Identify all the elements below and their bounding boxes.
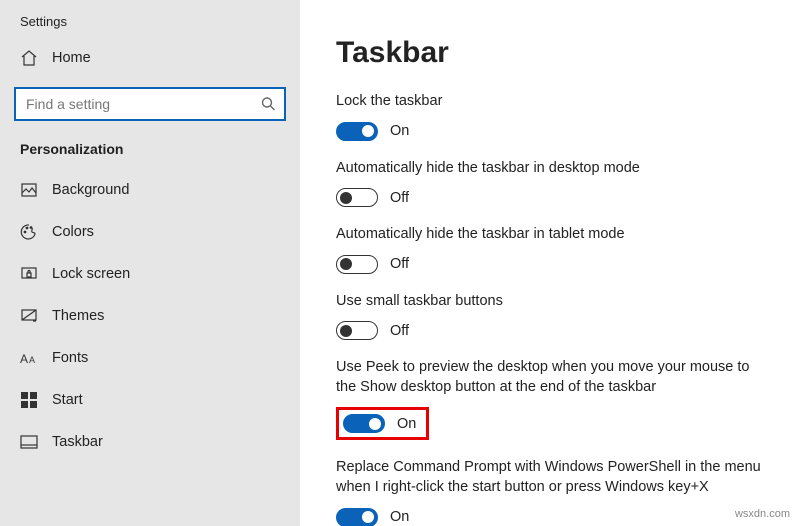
setting-group: Use small taskbar buttons Off bbox=[336, 292, 768, 341]
highlighted-toggle-row: On bbox=[336, 407, 429, 440]
section-label: Personalization bbox=[0, 135, 300, 169]
sidebar-item-label: Colors bbox=[52, 224, 94, 240]
toggle-switch[interactable] bbox=[336, 188, 378, 207]
search-input[interactable] bbox=[14, 87, 286, 121]
setting-label: Use Peek to preview the desktop when you… bbox=[336, 358, 768, 397]
toggle-state-label: On bbox=[397, 416, 416, 432]
toggle-row: Off bbox=[336, 321, 768, 340]
taskbar-icon bbox=[20, 433, 38, 451]
fonts-icon: AA bbox=[20, 349, 38, 367]
home-icon bbox=[20, 49, 38, 67]
setting-label: Lock the taskbar bbox=[336, 92, 768, 112]
setting-group: Lock the taskbar On bbox=[336, 92, 768, 141]
themes-icon bbox=[20, 307, 38, 325]
toggle-row: Off bbox=[336, 188, 768, 207]
sidebar-item-label: Themes bbox=[52, 308, 104, 324]
toggle-switch[interactable] bbox=[336, 122, 378, 141]
toggle-state-label: Off bbox=[390, 256, 409, 272]
sidebar-item-start[interactable]: Start bbox=[0, 379, 300, 421]
sidebar-item-label: Lock screen bbox=[52, 266, 130, 282]
svg-text:A: A bbox=[29, 355, 35, 365]
palette-icon bbox=[20, 223, 38, 241]
toggle-row: On bbox=[336, 508, 768, 526]
picture-icon bbox=[20, 181, 38, 199]
setting-label: Automatically hide the taskbar in deskto… bbox=[336, 159, 768, 179]
setting-group: Automatically hide the taskbar in tablet… bbox=[336, 225, 768, 274]
toggle-switch[interactable] bbox=[336, 321, 378, 340]
sidebar-item-background[interactable]: Background bbox=[0, 169, 300, 211]
toggle-switch[interactable] bbox=[336, 508, 378, 526]
svg-text:A: A bbox=[20, 352, 28, 365]
sidebar-item-label: Start bbox=[52, 392, 83, 408]
sidebar-item-label: Background bbox=[52, 182, 129, 198]
setting-label: Automatically hide the taskbar in tablet… bbox=[336, 225, 768, 245]
toggle-state-label: Off bbox=[390, 323, 409, 339]
toggle-knob bbox=[340, 192, 352, 204]
sidebar-item-colors[interactable]: Colors bbox=[0, 211, 300, 253]
search-wrap bbox=[14, 87, 286, 121]
watermark: wsxdn.com bbox=[735, 508, 790, 520]
setting-label: Use small taskbar buttons bbox=[336, 292, 768, 312]
toggle-knob bbox=[340, 258, 352, 270]
toggle-knob bbox=[362, 511, 374, 523]
sidebar-item-label: Fonts bbox=[52, 350, 88, 366]
setting-group: Replace Command Prompt with Windows Powe… bbox=[336, 458, 768, 526]
window-title: Settings bbox=[0, 14, 300, 39]
setting-group: Automatically hide the taskbar in deskto… bbox=[336, 159, 768, 208]
search-icon bbox=[261, 97, 276, 112]
setting-group: Use Peek to preview the desktop when you… bbox=[336, 358, 768, 440]
home-nav[interactable]: Home bbox=[0, 39, 300, 77]
setting-label: Replace Command Prompt with Windows Powe… bbox=[336, 458, 768, 497]
toggle-knob bbox=[362, 125, 374, 137]
lock-icon bbox=[20, 265, 38, 283]
sidebar-item-themes[interactable]: Themes bbox=[0, 295, 300, 337]
toggle-knob bbox=[340, 325, 352, 337]
sidebar-item-fonts[interactable]: AA Fonts bbox=[0, 337, 300, 379]
toggle-state-label: On bbox=[390, 123, 409, 139]
start-icon bbox=[20, 391, 38, 409]
settings-sidebar: Settings Home Personalization Background… bbox=[0, 0, 300, 526]
toggle-state-label: Off bbox=[390, 190, 409, 206]
toggle-switch[interactable] bbox=[343, 414, 385, 433]
toggle-row: Off bbox=[336, 255, 768, 274]
settings-main: Taskbar Lock the taskbar On Automatically … bbox=[300, 0, 800, 526]
toggle-switch[interactable] bbox=[336, 255, 378, 274]
sidebar-item-taskbar[interactable]: Taskbar bbox=[0, 421, 300, 463]
sidebar-item-label: Taskbar bbox=[52, 434, 103, 450]
toggle-knob bbox=[369, 418, 381, 430]
toggle-state-label: On bbox=[390, 509, 409, 525]
toggle-row: On bbox=[336, 122, 768, 141]
home-label: Home bbox=[52, 50, 91, 66]
sidebar-item-lockscreen[interactable]: Lock screen bbox=[0, 253, 300, 295]
page-title: Taskbar bbox=[336, 36, 768, 70]
